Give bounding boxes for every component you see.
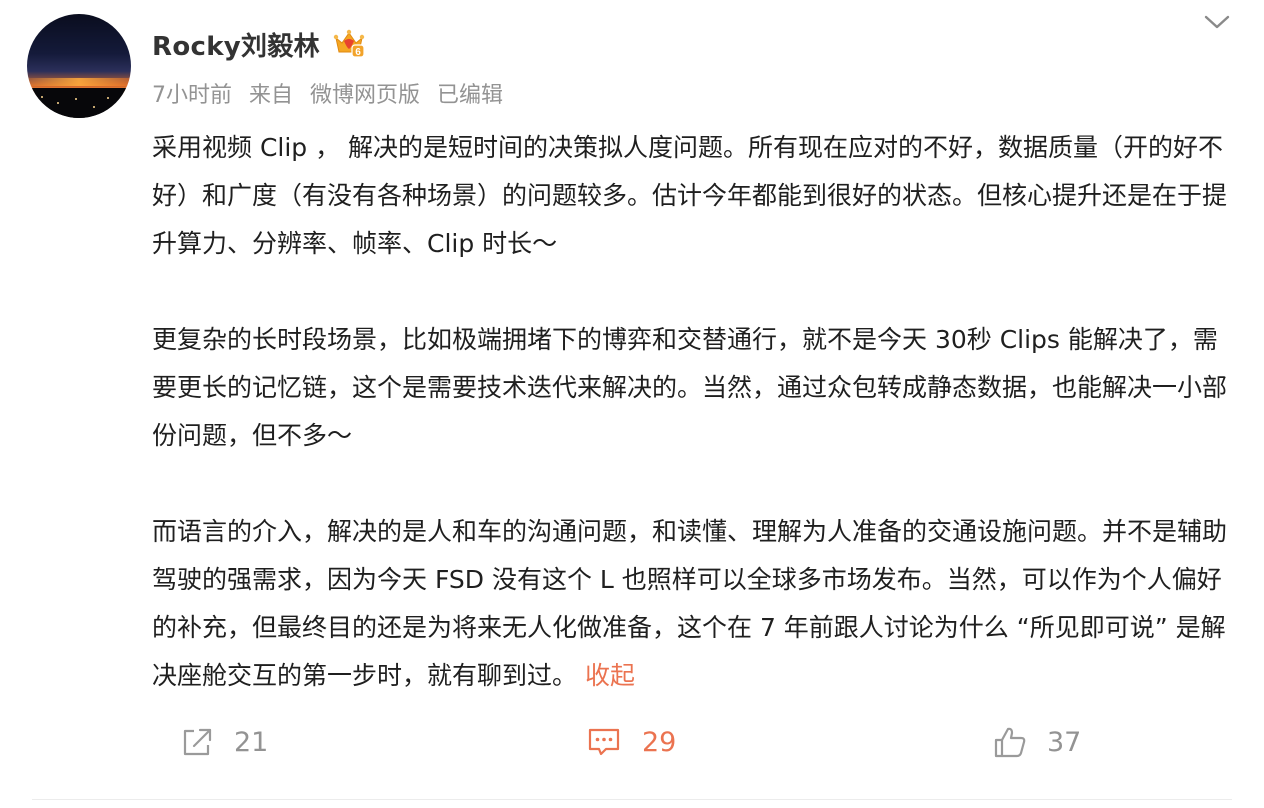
vip-crown-badge-icon[interactable]: 6 — [333, 28, 365, 58]
post-paragraph-text: 更复杂的长时段场景，比如极端拥堵下的博弈和交替通行，就不是今天 30秒 Clip… — [152, 325, 1228, 450]
post-edited-label[interactable]: 已编辑 — [437, 83, 503, 108]
svg-text:6: 6 — [355, 47, 361, 58]
author-name[interactable]: Rocky刘毅林 — [152, 26, 320, 63]
like-button[interactable]: 37 — [993, 714, 1081, 770]
avatar[interactable] — [27, 14, 131, 118]
post-source-prefix: 来自 — [249, 83, 294, 108]
share-button[interactable]: 21 — [180, 714, 268, 770]
avatar-light — [107, 97, 109, 99]
action-bar: 21 29 37 — [0, 714, 1264, 770]
post-meta: 7小时前 来自 微博网页版 已编辑 — [152, 77, 513, 109]
comment-icon — [588, 728, 620, 756]
avatar-light — [75, 98, 77, 100]
post-paragraph: 更复杂的长时段场景，比如极端拥堵下的博弈和交替通行，就不是今天 30秒 Clip… — [152, 316, 1237, 460]
post-paragraph: 采用视频 Clip ， 解决的是短时间的决策拟人度问题。所有现在应对的不好，数据… — [152, 124, 1237, 268]
post-source[interactable]: 微博网页版 — [310, 83, 420, 108]
like-count: 37 — [1047, 726, 1082, 758]
collapse-link[interactable]: 收起 — [585, 661, 635, 690]
avatar-sunset-glow — [27, 78, 131, 86]
thumbs-up-icon — [994, 727, 1026, 758]
avatar-light — [41, 96, 43, 98]
weibo-post-card: Rocky刘毅林 6 7小时前 来自 微博网页版 已编辑 采用视频 Clip ，… — [0, 0, 1264, 808]
avatar-light — [93, 106, 95, 108]
post-paragraph-text: 采用视频 Clip ， 解决的是短时间的决策拟人度问题。所有现在应对的不好，数据… — [152, 133, 1228, 258]
share-count: 21 — [234, 726, 269, 758]
comment-count: 29 — [642, 726, 677, 758]
post-paragraph: 而语言的介入，解决的是人和车的沟通问题，和读懂、理解为人准备的交通设施问题。并不… — [152, 508, 1237, 700]
avatar-skyline — [27, 88, 131, 118]
post-time[interactable]: 7小时前 — [152, 83, 232, 108]
share-icon — [183, 728, 212, 756]
post-divider — [32, 799, 1232, 800]
post-content: 采用视频 Clip ， 解决的是短时间的决策拟人度问题。所有现在应对的不好，数据… — [152, 124, 1237, 700]
avatar-light — [57, 102, 59, 104]
chevron-down-icon[interactable] — [1203, 12, 1231, 32]
comment-button[interactable]: 29 — [586, 714, 676, 770]
post-paragraph-text: 而语言的介入，解决的是人和车的沟通问题，和读懂、理解为人准备的交通设施问题。并不… — [152, 517, 1228, 690]
